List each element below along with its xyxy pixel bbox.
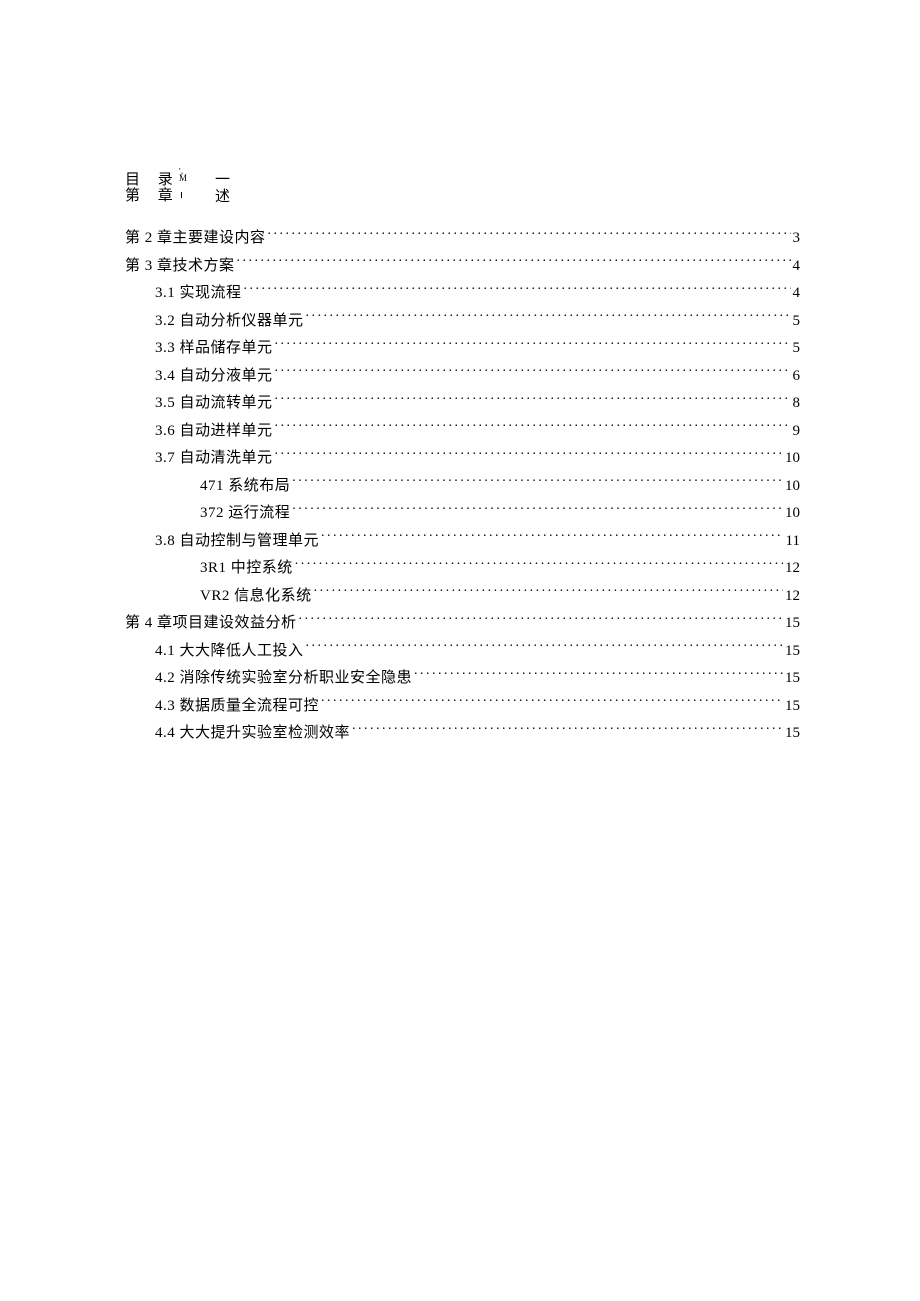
toc-leader-dots (321, 695, 783, 710)
toc-entry-label: 471 系统布局 (200, 474, 290, 498)
toc-entry: 3.1 实现流程 4 (125, 281, 800, 305)
toc-entry: VR2 信息化系统 12 (125, 584, 800, 608)
toc-leader-dots (275, 447, 783, 462)
toc-entry-page: 9 (793, 419, 801, 443)
toc-entry: 3.2 自动分析仪器单元 5 (125, 309, 800, 333)
toc-leader-dots (292, 502, 783, 517)
toc-entry-page: 15 (785, 611, 800, 635)
toc-entry-label: 3.7 自动清洗单元 (155, 446, 273, 470)
toc-entry: 3.4 自动分液单元 6 (125, 364, 800, 388)
toc-entry-label: 第 3 章技术方案 (125, 254, 235, 278)
toc-entry-label: 3.3 样品储存单元 (155, 336, 273, 360)
header-line2-left: 第 章 (125, 184, 180, 205)
toc-entry-page: 4 (793, 281, 801, 305)
toc-entry-label: 3.1 实现流程 (155, 281, 242, 305)
toc-entry-label: 4.4 大大提升实验室检测效率 (155, 721, 350, 745)
toc-leader-dots (275, 337, 791, 352)
toc-leader-dots (268, 227, 791, 242)
toc-leader-dots (306, 640, 783, 655)
toc-entry-label: 3.4 自动分液单元 (155, 364, 273, 388)
toc-leader-dots (275, 420, 791, 435)
toc-entry-page: 4 (793, 254, 801, 278)
toc-entry: 4.2 消除传统实验室分析职业安全隐患 15 (125, 666, 800, 690)
toc-leader-dots (275, 392, 791, 407)
toc-entry: 3.6 自动进样单元 9 (125, 419, 800, 443)
toc-entry: 3.7 自动清洗单元 10 (125, 446, 800, 470)
toc-entry-page: 12 (785, 556, 800, 580)
toc-entry-page: 15 (785, 666, 800, 690)
toc-leader-dots (295, 557, 783, 572)
toc-entry-page: 15 (785, 694, 800, 718)
toc-entry-page: 10 (785, 501, 800, 525)
toc-entry: 第 4 章项目建设效益分析 15 (125, 611, 800, 635)
toc-entry-page: 8 (793, 391, 801, 415)
toc-entry-label: 372 运行流程 (200, 501, 290, 525)
toc-entry-page: 11 (786, 529, 800, 553)
toc-entry-page: 15 (785, 639, 800, 663)
toc-entry-label: 3.6 自动进样单元 (155, 419, 273, 443)
toc-leader-dots (314, 585, 783, 600)
toc-leader-dots (352, 722, 783, 737)
toc-entry-page: 10 (785, 474, 800, 498)
header-line2-artifact (180, 189, 182, 199)
document-page: 目 录 ' , M 一 第 章 述 第 2 章主要建设内容 3 第 3 章技术方案 4… (0, 0, 920, 745)
toc-entry: 3R1 中控系统 12 (125, 556, 800, 580)
toc-entry: 3.8 自动控制与管理单元 11 (125, 529, 800, 553)
toc-entry-label: 3.2 自动分析仪器单元 (155, 309, 304, 333)
toc-entry-label: 4.3 数据质量全流程可控 (155, 694, 319, 718)
toc-entry-label: 4.1 大大降低人工投入 (155, 639, 304, 663)
toc-entry-label: 4.2 消除传统实验室分析职业安全隐患 (155, 666, 412, 690)
toc-leader-dots (244, 282, 791, 297)
toc-entry: 4.3 数据质量全流程可控 15 (125, 694, 800, 718)
toc-entry-label: 3.8 自动控制与管理单元 (155, 529, 319, 553)
header-line2-right: 述 (215, 185, 230, 206)
toc-entry: 第 2 章主要建设内容 3 (125, 226, 800, 250)
toc-entry: 372 运行流程 10 (125, 501, 800, 525)
table-of-contents: 第 2 章主要建设内容 3 第 3 章技术方案 4 3.1 实现流程 4 3.2 自动分析仪… (125, 226, 800, 745)
toc-leader-dots (292, 475, 783, 490)
toc-header-garbled: 目 录 ' , M 一 第 章 述 (125, 168, 800, 202)
toc-entry-label: 3.5 自动流转单元 (155, 391, 273, 415)
toc-entry-label: 第 4 章项目建设效益分析 (125, 611, 297, 635)
toc-leader-dots (414, 667, 783, 682)
toc-leader-dots (321, 530, 784, 545)
toc-leader-dots (306, 310, 791, 325)
toc-entry-label: VR2 信息化系统 (200, 584, 312, 608)
toc-entry-page: 5 (793, 309, 801, 333)
toc-entry-page: 3 (793, 226, 801, 250)
toc-entry-page: 15 (785, 721, 800, 745)
toc-entry: 4.4 大大提升实验室检测效率 15 (125, 721, 800, 745)
toc-entry-page: 10 (785, 446, 800, 470)
toc-entry-page: 12 (785, 584, 800, 608)
toc-entry-page: 5 (793, 336, 801, 360)
toc-leader-dots (299, 612, 783, 627)
toc-entry: 4.1 大大降低人工投入 15 (125, 639, 800, 663)
toc-entry-label: 3R1 中控系统 (200, 556, 293, 580)
toc-entry: 第 3 章技术方案 4 (125, 254, 800, 278)
toc-entry: 471 系统布局 10 (125, 474, 800, 498)
toc-entry-label: 第 2 章主要建设内容 (125, 226, 266, 250)
header-artifact-mid: M (179, 173, 186, 183)
toc-entry: 3.3 样品储存单元 5 (125, 336, 800, 360)
toc-entry-page: 6 (793, 364, 801, 388)
toc-leader-dots (237, 255, 791, 270)
toc-entry: 3.5 自动流转单元 8 (125, 391, 800, 415)
toc-leader-dots (275, 365, 791, 380)
